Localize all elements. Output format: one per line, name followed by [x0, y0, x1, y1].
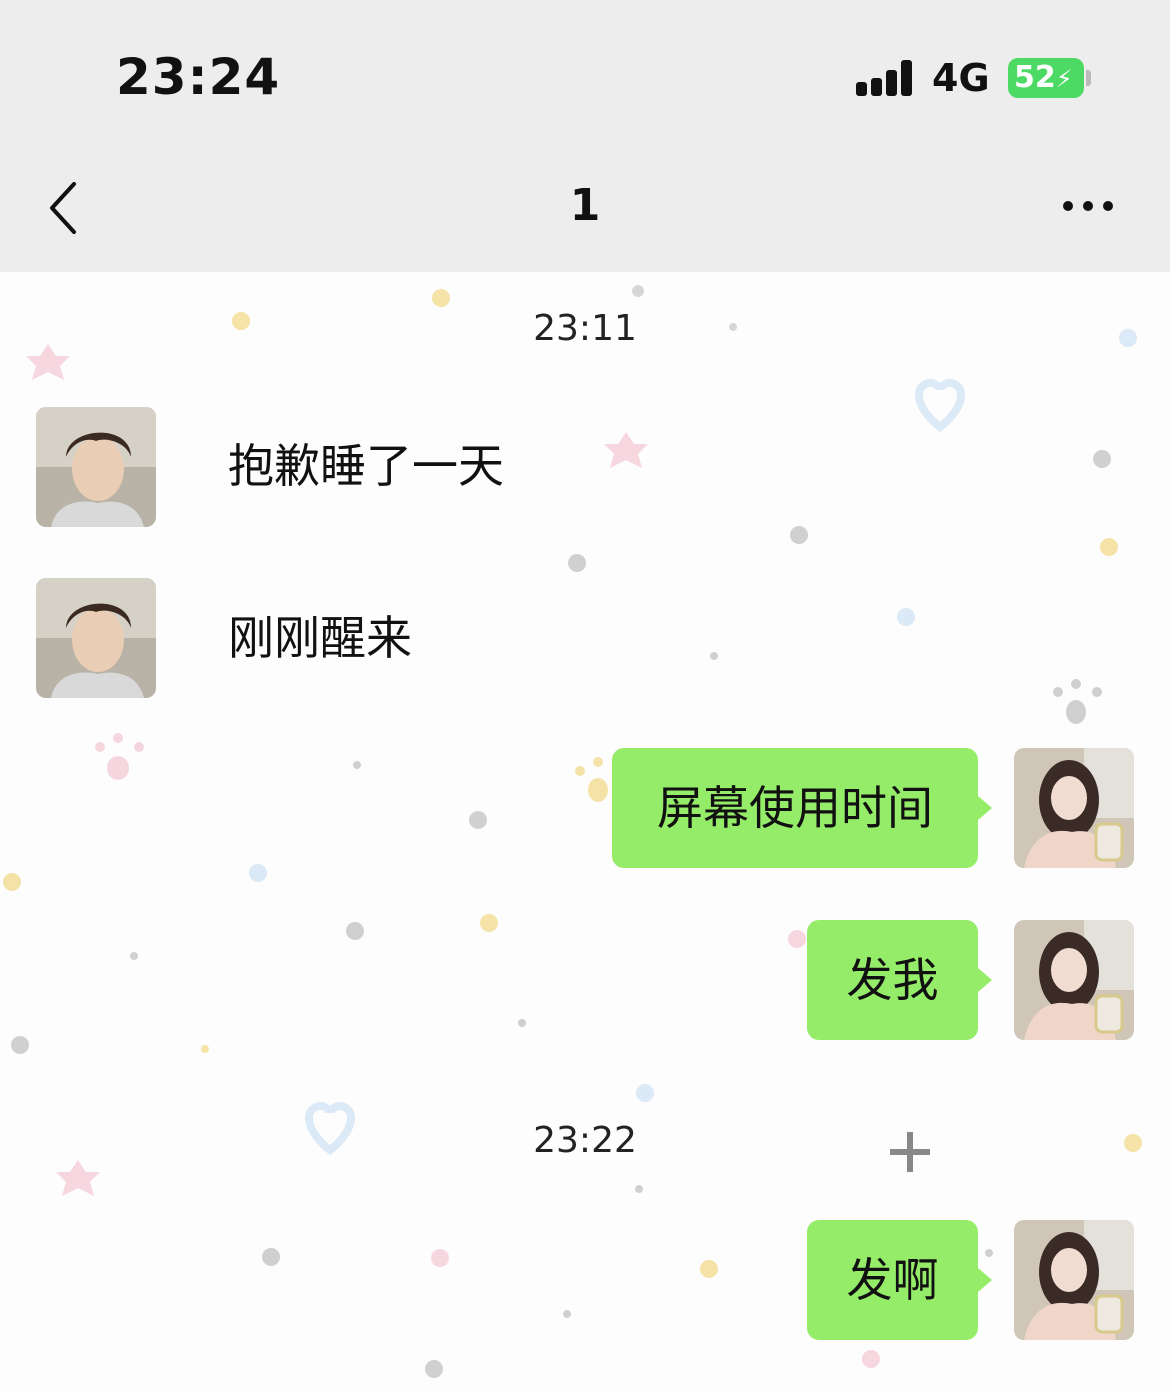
ellipsis-icon[interactable]	[1058, 196, 1118, 216]
avatar-photo-male	[36, 407, 156, 527]
battery-level: 52	[1014, 60, 1056, 95]
sent-message-bubble[interactable]: 屏幕使用时间	[612, 748, 978, 868]
chat-area[interactable]: 23:11 抱歉睡了一天 刚刚醒来 屏幕使用时间 发我 23:22 发啊	[0, 272, 1170, 1392]
user-avatar[interactable]	[1014, 748, 1134, 868]
avatar-photo-female	[1014, 748, 1134, 868]
signal-icon	[856, 60, 916, 96]
sent-message-bubble[interactable]: 发啊	[807, 1220, 978, 1340]
chat-screen: 23:24 4G 52⚡ 1 23:11 抱歉睡了一天 刚刚醒来 屏幕使用时间 …	[0, 0, 1170, 1392]
battery-cap	[1086, 70, 1091, 86]
avatar-photo-female	[1014, 920, 1134, 1040]
status-time: 23:24	[116, 48, 281, 106]
message-timestamp: 23:22	[533, 1120, 637, 1161]
header: 23:24 4G 52⚡ 1	[0, 0, 1170, 272]
contact-avatar[interactable]	[36, 578, 156, 698]
received-message[interactable]: 刚刚醒来	[228, 608, 412, 668]
avatar-photo-male	[36, 578, 156, 698]
user-avatar[interactable]	[1014, 1220, 1134, 1340]
user-avatar[interactable]	[1014, 920, 1134, 1040]
bubble-tail	[978, 968, 992, 992]
battery-icon: 52⚡	[1008, 58, 1084, 98]
bubble-tail	[978, 1268, 992, 1292]
message-timestamp: 23:11	[533, 308, 637, 349]
wallpaper-decoration	[3, 285, 1142, 1378]
avatar-photo-female	[1014, 1220, 1134, 1340]
bubble-tail	[978, 796, 992, 820]
received-message[interactable]: 抱歉睡了一天	[228, 436, 504, 496]
chat-title: 1	[569, 180, 601, 231]
contact-avatar[interactable]	[36, 407, 156, 527]
sent-message-bubble[interactable]: 发我	[807, 920, 978, 1040]
plus-icon	[890, 1132, 930, 1172]
network-type: 4G	[932, 56, 990, 100]
